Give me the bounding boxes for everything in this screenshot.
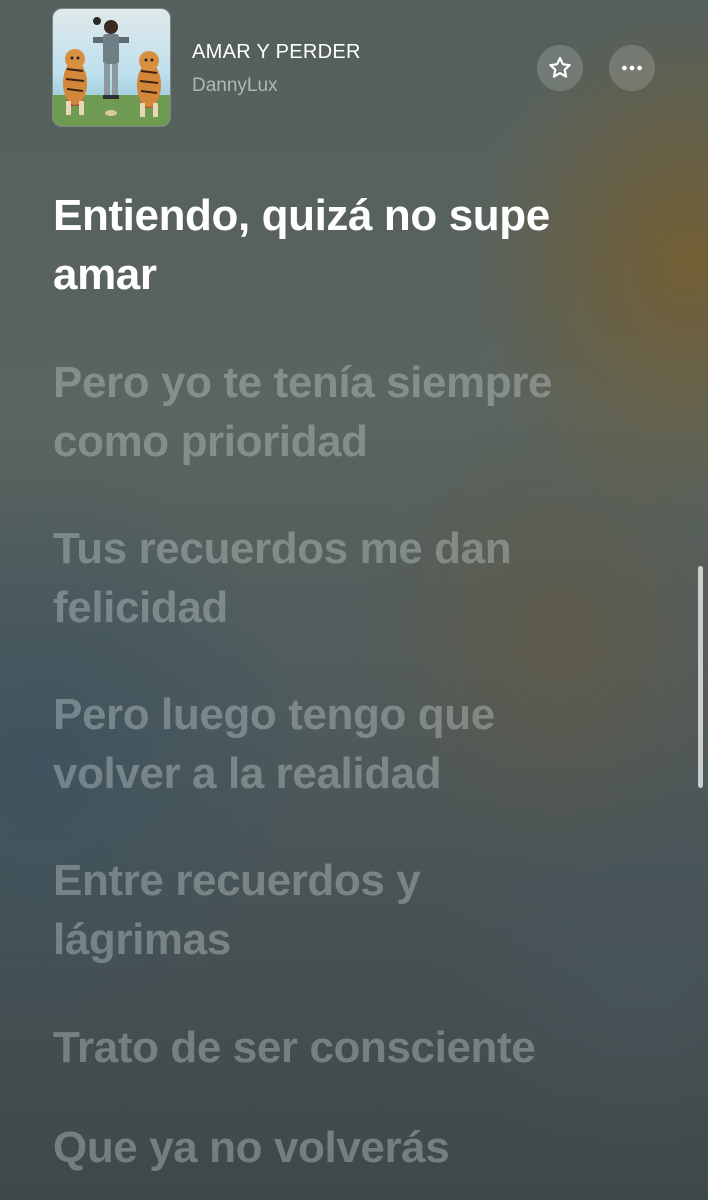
album-artwork-image xyxy=(53,9,170,126)
lyric-line[interactable]: Pero yo te tenía siempre como prioridad xyxy=(53,353,552,471)
favorite-button[interactable] xyxy=(537,45,583,91)
lyric-line[interactable]: Entre recuerdos y lágrimas xyxy=(53,851,421,969)
scrollbar-thumb[interactable] xyxy=(698,566,703,788)
track-title[interactable]: AMAR Y PERDER xyxy=(192,41,361,64)
lyric-line[interactable]: Que ya no volverás xyxy=(53,1118,450,1177)
lyric-line[interactable]: Pero luego tengo que volver a la realida… xyxy=(53,685,495,803)
now-playing-header: AMAR Y PERDER DannyLux xyxy=(0,0,708,140)
lyric-line-active[interactable]: Entiendo, quizá no supe amar xyxy=(53,186,550,304)
album-artwork[interactable] xyxy=(53,9,170,126)
more-options-button[interactable] xyxy=(609,45,655,91)
star-icon xyxy=(549,56,571,78)
ellipsis-icon xyxy=(622,65,642,71)
lyric-line[interactable]: Trato de ser consciente xyxy=(53,1018,536,1077)
lyric-line[interactable]: Tus recuerdos me dan felicidad xyxy=(53,519,512,637)
track-artist[interactable]: DannyLux xyxy=(192,75,278,97)
